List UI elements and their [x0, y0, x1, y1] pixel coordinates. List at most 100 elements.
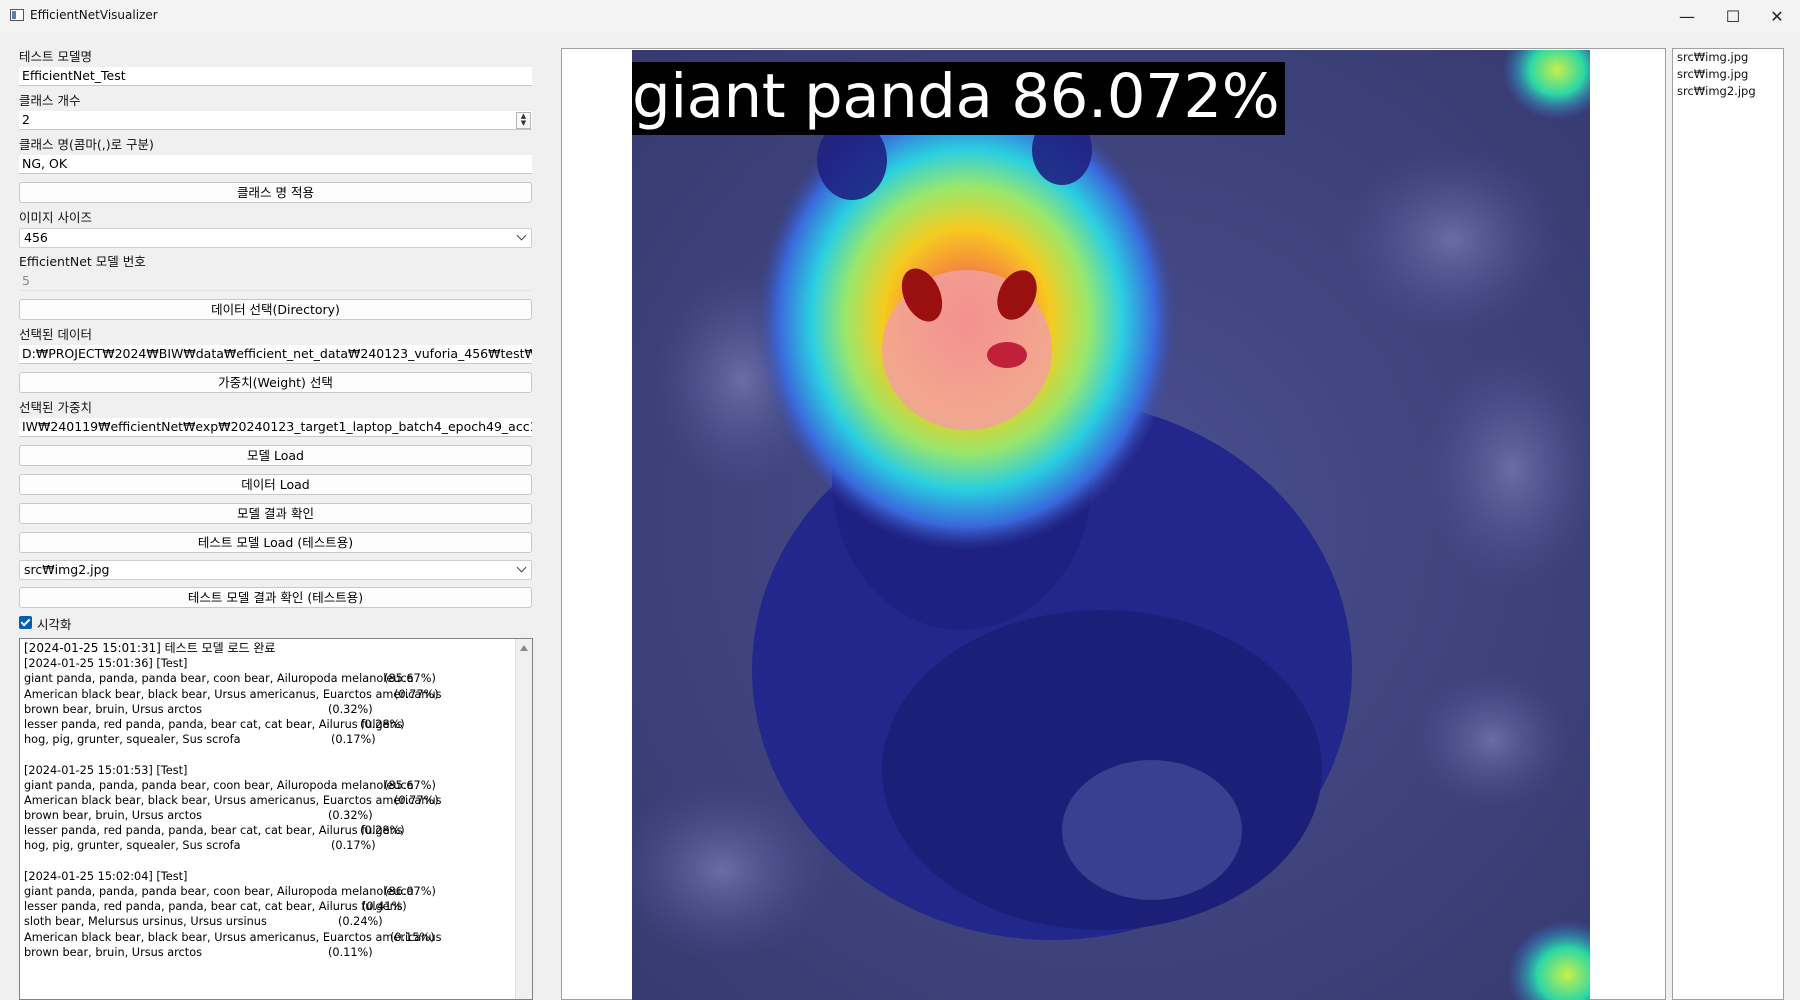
log-line-percent: (0.28%)	[360, 824, 405, 838]
chevron-down-icon	[516, 230, 527, 241]
model-load-button[interactable]: 모델 Load	[19, 445, 532, 466]
log-line-text: brown bear, bruin, Ursus arctos	[24, 702, 202, 716]
log-line-text: American black bear, black bear, Ursus a…	[24, 793, 442, 807]
image-size-value: 456	[24, 230, 48, 245]
spin-arrows-icon[interactable]: ▲ ▼	[516, 112, 531, 129]
chevron-down-icon	[516, 562, 527, 573]
file-list[interactable]: src₩img.jpg src₩img.jpg src₩img2.jpg	[1672, 48, 1784, 1000]
log-line-percent: (0.24%)	[338, 915, 383, 929]
test-model-load-button[interactable]: 테스트 모델 Load (테스트용)	[19, 532, 532, 553]
visualize-checkbox[interactable]	[19, 616, 32, 629]
log-line-text: lesser panda, red panda, panda, bear cat…	[24, 900, 403, 914]
log-line-text: giant panda, panda, panda bear, coon bea…	[24, 672, 414, 686]
log-line: giant panda, panda, panda bear, coon bea…	[24, 778, 514, 793]
log-line-text: giant panda, panda, panda bear, coon bea…	[24, 885, 414, 898]
log-line: giant panda, panda, panda bear, coon bea…	[24, 671, 514, 686]
log-line-text: [2024-01-25 15:01:53] [Test]	[24, 763, 188, 777]
result-image: giant panda 86.072%	[632, 50, 1590, 1000]
log-line-text: [2024-01-25 15:01:36] [Test]	[24, 657, 188, 671]
log-line-text: American black bear, black bear, Ursus a…	[24, 930, 442, 944]
log-line-text: sloth bear, Melursus ursinus, Ursus ursi…	[24, 915, 267, 929]
log-line-percent: (85.67%)	[384, 778, 436, 792]
log-line-percent: (0.28%)	[360, 717, 405, 731]
class-names-label: 클래스 명(콤마(,)로 구분)	[19, 137, 154, 152]
log-line-percent: (0.41%)	[362, 900, 407, 914]
log-line: [2024-01-25 15:01:36] [Test]	[24, 656, 514, 671]
test-model-name-label: 테스트 모델명	[19, 49, 92, 64]
log-line-text: [2024-01-25 15:01:31] 테스트 모델 로드 완료	[24, 641, 276, 655]
file-list-item[interactable]: src₩img2.jpg	[1673, 83, 1783, 100]
log-line: lesser panda, red panda, panda, bear cat…	[24, 899, 514, 914]
log-line-text: brown bear, bruin, Ursus arctos	[24, 945, 202, 959]
log-line: brown bear, bruin, Ursus arctos (0.11%)	[24, 945, 514, 960]
log-line: American black bear, black bear, Ursus a…	[24, 687, 514, 702]
log-line: hog, pig, grunter, squealer, Sus scrofa (…	[24, 732, 514, 747]
scroll-up-icon[interactable]	[520, 645, 528, 651]
minimize-button[interactable]: —	[1664, 0, 1710, 32]
title-bar[interactable]: EfficientNetVisualizer — ☐ ✕	[0, 0, 1800, 32]
log-line: American black bear, black bear, Ursus a…	[24, 793, 514, 808]
log-line-text: giant panda, panda, panda bear, coon bea…	[24, 778, 414, 792]
log-line-percent: (0.32%)	[328, 809, 373, 823]
test-model-name-input[interactable]: EfficientNet_Test	[19, 67, 532, 86]
select-weight-button[interactable]: 가중치(Weight) 선택	[19, 372, 532, 393]
log-line: hog, pig, grunter, squealer, Sus scrofa (…	[24, 838, 514, 853]
log-line-percent: (85.67%)	[384, 672, 436, 686]
log-scrollbar[interactable]	[515, 639, 532, 999]
log-line: brown bear, bruin, Ursus arctos (0.32%)	[24, 808, 514, 823]
test-image-value: src₩img2.jpg	[24, 562, 110, 577]
test-model-result-button[interactable]: 테스트 모델 결과 확인 (테스트용)	[19, 587, 532, 608]
window-title: EfficientNetVisualizer	[30, 8, 158, 22]
log-lines: [2024-01-25 15:01:31] 테스트 모델 로드 완료 [2024-…	[24, 641, 514, 960]
file-list-item[interactable]: src₩img.jpg	[1673, 66, 1783, 83]
class-count-label: 클래스 개수	[19, 93, 81, 108]
log-line-percent: (0.17%)	[331, 839, 376, 853]
log-line-text: hog, pig, grunter, squealer, Sus scrofa	[24, 733, 241, 747]
select-data-button[interactable]: 데이터 선택(Directory)	[19, 299, 532, 320]
data-load-button[interactable]: 데이터 Load	[19, 474, 532, 495]
selected-data-path[interactable]: D:₩PROJECT₩2024₩BIW₩data₩efficient_net_d…	[19, 345, 532, 364]
class-names-input[interactable]: NG, OK	[19, 155, 532, 174]
test-image-select[interactable]: src₩img2.jpg	[19, 560, 532, 580]
apply-class-names-button[interactable]: 클래스 명 적용	[19, 182, 532, 203]
log-line-text: brown bear, bruin, Ursus arctos	[24, 809, 202, 823]
log-line-percent: (86.07%)	[384, 885, 436, 898]
log-line-percent: (0.77%)	[394, 793, 439, 807]
log-line-percent: (0.17%)	[331, 733, 376, 747]
model-number-input: 5	[19, 272, 532, 291]
log-line: [2024-01-25 15:02:04] [Test]	[24, 869, 514, 884]
log-line-text: lesser panda, red panda, panda, bear cat…	[24, 717, 403, 731]
log-line: sloth bear, Melursus ursinus, Ursus ursi…	[24, 914, 514, 929]
model-result-button[interactable]: 모델 결과 확인	[19, 503, 532, 524]
image-size-select[interactable]: 456	[19, 228, 532, 248]
app-icon	[10, 9, 24, 21]
log-line: American black bear, black bear, Ursus a…	[24, 930, 514, 945]
heatmap-image	[632, 50, 1590, 1000]
log-line: lesser panda, red panda, panda, bear cat…	[24, 823, 514, 838]
prediction-caption: giant panda 86.072%	[632, 62, 1286, 135]
log-line-percent: (0.11%)	[328, 945, 373, 959]
log-line: [2024-01-25 15:01:53] [Test]	[24, 763, 514, 778]
log-line: [2024-01-25 15:01:31] 테스트 모델 로드 완료	[24, 641, 514, 656]
image-size-label: 이미지 사이즈	[19, 210, 92, 225]
log-line-text: lesser panda, red panda, panda, bear cat…	[24, 824, 403, 838]
selected-data-label: 선택된 데이터	[19, 327, 92, 342]
log-output[interactable]: [2024-01-25 15:01:31] 테스트 모델 로드 완료 [2024-…	[19, 638, 533, 1000]
visualize-label: 시각화	[37, 617, 72, 632]
file-list-item[interactable]: src₩img.jpg	[1673, 49, 1783, 66]
maximize-button[interactable]: ☐	[1710, 0, 1756, 32]
log-line: lesser panda, red panda, panda, bear cat…	[24, 717, 514, 732]
log-line: giant panda, panda, panda bear, coon bea…	[24, 884, 514, 899]
log-line: brown bear, bruin, Ursus arctos (0.32%)	[24, 702, 514, 717]
class-count-spinbox[interactable]: 2	[19, 111, 532, 130]
model-number-label: EfficientNet 모델 번호	[19, 254, 146, 269]
log-line-text: hog, pig, grunter, squealer, Sus scrofa	[24, 839, 241, 853]
selected-weight-path[interactable]: IW₩240119₩efficientNet₩exp₩20240123_targ…	[19, 418, 532, 437]
log-line-percent: (0.15%)	[390, 930, 435, 944]
close-button[interactable]: ✕	[1754, 0, 1800, 32]
selected-weight-label: 선택된 가중치	[19, 400, 92, 415]
log-line-text: American black bear, black bear, Ursus a…	[24, 687, 442, 701]
log-line-percent: (0.32%)	[328, 702, 373, 716]
